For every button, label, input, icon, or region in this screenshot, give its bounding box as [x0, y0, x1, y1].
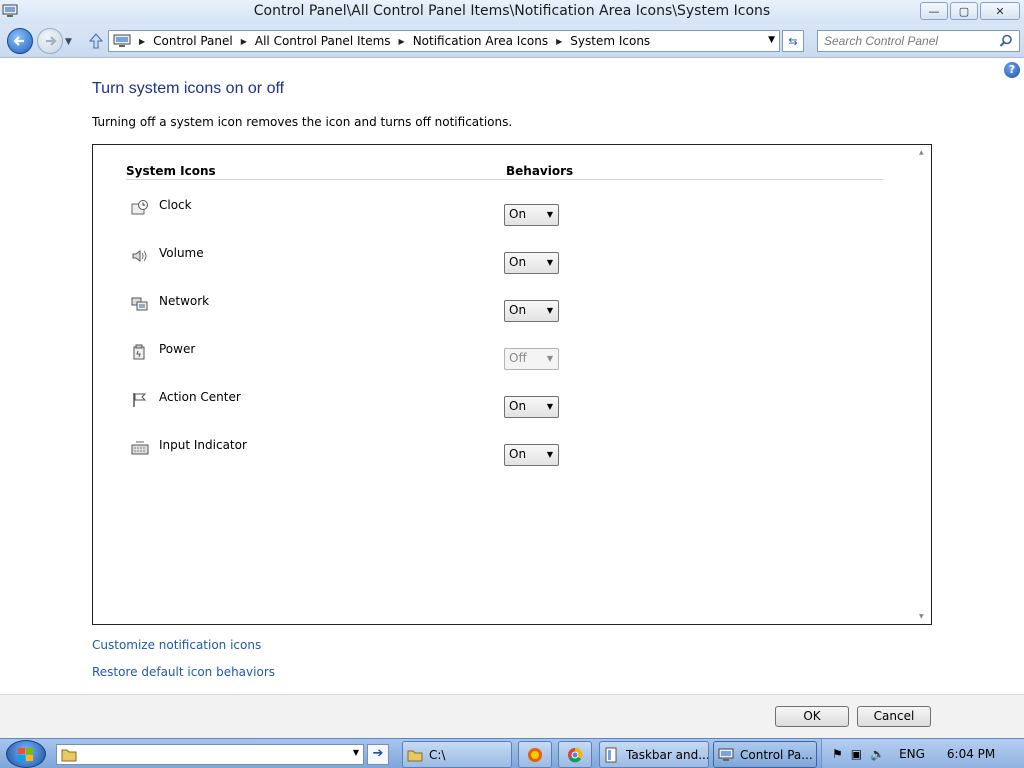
breadcrumb-separator-icon[interactable]: ▶ [556, 37, 562, 46]
run-dropdown-icon[interactable]: ▼ [353, 748, 359, 757]
behavior-select-action-center[interactable]: On ▼ [504, 396, 559, 418]
behavior-select-power: Off ▼ [504, 348, 559, 370]
volume-icon [132, 250, 147, 262]
taskbar-item-label: Control Pa... [740, 747, 813, 762]
breadcrumb-separator-icon[interactable]: ▶ [241, 37, 247, 46]
window-title: Control Panel\All Control Panel Items\No… [253, 3, 771, 19]
refresh-icon: ⇆ [788, 34, 798, 48]
item-label: Action Center [159, 390, 241, 404]
list-item-input-indicator: Input Indicator On ▼ [131, 437, 571, 466]
list-item-clock: Clock On ▼ [131, 197, 571, 226]
power-icon [133, 344, 145, 360]
column-header-system-icons: System Icons [126, 164, 216, 178]
taskbar-item-control-panel[interactable]: Control Pa... [713, 741, 817, 768]
chevron-down-icon: ▼ [546, 402, 553, 411]
scroll-up-icon[interactable]: ▲ [919, 149, 924, 156]
run-address-box[interactable]: ▼ [56, 744, 364, 765]
vertical-scrollbar[interactable]: ▲ ▼ [914, 145, 931, 624]
header-divider [126, 179, 883, 180]
title-bar: Control Panel\All Control Panel Items\No… [0, 0, 1024, 24]
address-dropdown-icon[interactable]: ▼ [768, 35, 775, 45]
taskbar-item-label: C:\ [429, 747, 446, 762]
breadcrumb-notification-area-icons[interactable]: Notification Area Icons [413, 34, 548, 48]
volume-tray-icon[interactable]: 🔈 [870, 747, 885, 761]
back-button[interactable] [7, 28, 33, 54]
taskbar: ▼ ➔ C:\ Taskbar and... Control Pa... ⚑ ▣… [0, 738, 1024, 768]
flag-icon [133, 393, 147, 407]
list-item-action-center: Action Center On ▼ [131, 389, 571, 418]
navigation-bar: ▼ ▶ Control Panel ▶ All Control Panel It… [0, 24, 1024, 58]
breadcrumb: ▶ Control Panel ▶ All Control Panel Item… [131, 34, 650, 48]
taskbar-item-firefox[interactable] [518, 741, 552, 768]
page-title: Turn system icons on or off [92, 80, 285, 97]
item-label: Input Indicator [159, 438, 247, 452]
system-icons-list: System Icons Behaviors Clock On ▼ Volume … [92, 144, 932, 625]
taskbar-item-label: Taskbar and... [626, 747, 709, 762]
taskbar-item-taskbar-properties[interactable]: Taskbar and... [599, 741, 709, 768]
help-icon[interactable]: ? [1004, 62, 1020, 78]
scroll-down-icon[interactable]: ▼ [919, 613, 924, 620]
item-label: Clock [159, 198, 192, 212]
keyboard-icon [131, 441, 149, 455]
computer-icon [113, 34, 131, 47]
language-indicator[interactable]: ENG [899, 747, 925, 761]
behavior-select-input-indicator[interactable]: On ▼ [504, 444, 559, 466]
behavior-select-volume[interactable]: On ▼ [504, 252, 559, 274]
chrome-icon [568, 747, 583, 762]
search-icon[interactable] [999, 34, 1013, 48]
clock-icon [131, 200, 148, 215]
recent-pages-chevron-icon[interactable]: ▼ [65, 37, 72, 47]
chevron-down-icon: ▼ [546, 306, 553, 315]
item-label: Power [159, 342, 196, 356]
control-panel-icon [718, 748, 734, 761]
taskbar-item-command-prompt[interactable]: C:\ [402, 741, 512, 768]
breadcrumb-separator-icon[interactable]: ▶ [139, 37, 145, 46]
forward-button[interactable] [37, 28, 63, 54]
network-icon [131, 297, 148, 311]
search-input[interactable] [818, 31, 998, 51]
maximize-button[interactable]: ▢ [950, 2, 978, 20]
item-label: Network [159, 294, 210, 308]
cancel-button[interactable]: Cancel [857, 706, 931, 727]
ok-button[interactable]: OK [775, 706, 849, 727]
page-description: Turning off a system icon removes the ic… [92, 115, 513, 129]
address-bar[interactable]: ▶ Control Panel ▶ All Control Panel Item… [108, 30, 780, 52]
forward-arrow-icon [46, 36, 57, 46]
breadcrumb-system-icons[interactable]: System Icons [570, 34, 650, 48]
network-tray-icon[interactable]: ▣ [851, 747, 862, 761]
breadcrumb-all-items[interactable]: All Control Panel Items [255, 34, 391, 48]
list-item-power: Power Off ▼ [131, 341, 571, 370]
chevron-down-icon: ▼ [546, 450, 553, 459]
list-item-volume: Volume On ▼ [131, 245, 571, 274]
customize-notification-icons-link[interactable]: Customize notification icons [92, 638, 261, 652]
minimize-button[interactable]: — [920, 2, 948, 20]
taskbar-properties-icon [605, 747, 617, 762]
chevron-down-icon: ▼ [546, 210, 553, 219]
behavior-select-network[interactable]: On ▼ [504, 300, 559, 322]
windows-logo-icon [18, 748, 33, 761]
list-item-network: Network On ▼ [131, 293, 571, 322]
item-label: Volume [159, 246, 204, 260]
behavior-select-clock[interactable]: On ▼ [504, 204, 559, 226]
chevron-down-icon: ▼ [546, 258, 553, 267]
action-center-flag-icon[interactable]: ⚑ [832, 747, 843, 761]
breadcrumb-separator-icon[interactable]: ▶ [399, 37, 405, 46]
back-arrow-icon [13, 36, 24, 46]
taskbar-item-chrome[interactable] [558, 741, 592, 768]
system-tray: ⚑ ▣ 🔈 ENG 6:04 PM [821, 739, 1024, 768]
start-button[interactable] [6, 740, 46, 768]
firefox-icon [528, 747, 542, 762]
folder-icon [61, 749, 77, 762]
run-go-button[interactable]: ➔ [367, 744, 389, 765]
refresh-button[interactable]: ⇆ [782, 30, 804, 52]
search-box[interactable] [817, 30, 1020, 52]
breadcrumb-control-panel[interactable]: Control Panel [153, 34, 233, 48]
up-arrow-icon[interactable] [88, 32, 104, 50]
folder-icon [407, 750, 423, 761]
chevron-down-icon: ▼ [546, 354, 553, 363]
close-button[interactable]: ✕ [980, 2, 1020, 20]
restore-default-behaviors-link[interactable]: Restore default icon behaviors [92, 665, 275, 679]
clock-time[interactable]: 6:04 PM [947, 747, 995, 761]
column-header-behaviors: Behaviors [506, 164, 574, 178]
